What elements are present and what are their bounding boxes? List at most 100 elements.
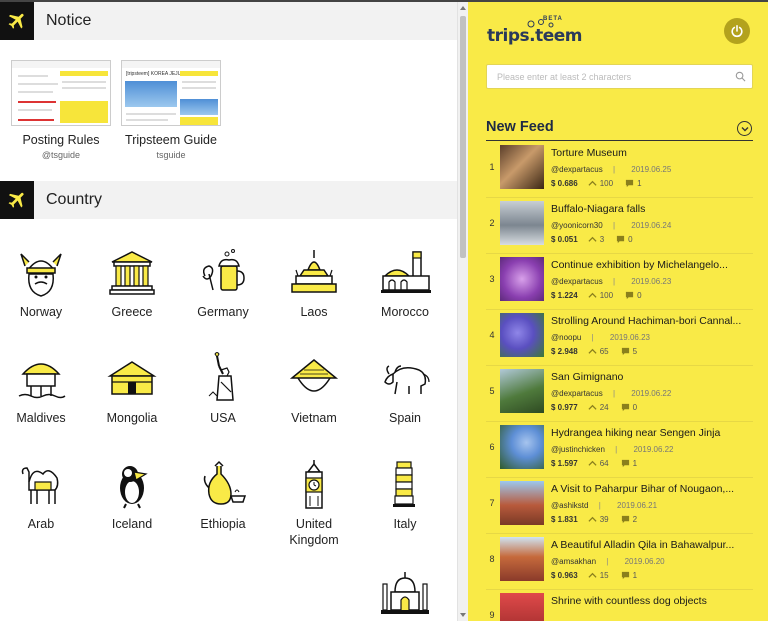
notice-card-tripsteem-guide[interactable]: [tripsteem] KOREA JEJU-SI Tripsteem Guid… [121, 60, 221, 160]
scroll-down-icon[interactable] [460, 613, 466, 617]
country-morocco[interactable]: Morocco [364, 246, 446, 320]
feed-item[interactable]: 9 Shrine with countless dog objects | [486, 590, 753, 621]
notice-thumbnail[interactable]: [tripsteem] KOREA JEJU-SI [121, 60, 221, 126]
country-germany[interactable]: Germany [182, 246, 264, 320]
feed-author[interactable]: @dexpartacus [551, 277, 603, 286]
country-usa[interactable]: USA [182, 352, 264, 426]
country-name[interactable]: Spain [364, 410, 446, 426]
comment-icon[interactable] [621, 571, 630, 580]
country-name[interactable]: Maldives [0, 410, 82, 426]
feed-thumbnail[interactable] [500, 257, 544, 301]
country-name[interactable]: Greece [91, 304, 173, 320]
feed-item-title[interactable]: A Beautiful Alladin Qila in Bahawalpur..… [551, 539, 751, 551]
country-india[interactable] [364, 570, 446, 621]
country-arab[interactable]: Arab [0, 458, 82, 532]
feed-item[interactable]: 5 San Gimignano @dexpartacus | 2019.06.2… [486, 366, 753, 422]
country-maldives[interactable]: Maldives [0, 352, 82, 426]
country-name[interactable]: Laos [273, 304, 355, 320]
upvote-icon[interactable] [588, 291, 597, 300]
comment-icon[interactable] [621, 459, 630, 468]
country-name[interactable]: Iceland [91, 516, 173, 532]
feed-thumbnail[interactable] [500, 201, 544, 245]
upvote-icon[interactable] [588, 459, 597, 468]
feed-thumbnail[interactable] [500, 369, 544, 413]
upvote-icon[interactable] [588, 515, 597, 524]
upvote-icon[interactable] [588, 235, 597, 244]
country-name[interactable]: USA [182, 410, 264, 426]
country-italy[interactable]: Italy [364, 458, 446, 532]
lao-stupa-icon [291, 250, 337, 293]
country-iceland[interactable]: Iceland [91, 458, 173, 532]
search-input[interactable] [487, 65, 717, 88]
feed-item-title[interactable]: Torture Museum [551, 147, 751, 159]
comment-icon[interactable] [625, 179, 634, 188]
main-scrollbar[interactable] [457, 2, 468, 621]
upvote-icon[interactable] [588, 403, 597, 412]
feed-item[interactable]: 3 Continue exhibition by Michelangelo...… [486, 254, 753, 310]
notice-card-title[interactable]: Posting Rules [11, 133, 111, 147]
comment-icon[interactable] [621, 403, 630, 412]
country-name[interactable]: Morocco [364, 304, 446, 320]
logo[interactable]: BETA trips.teem [487, 16, 587, 50]
feed-item[interactable]: 2 Buffalo-Niagara falls @yoonicorn30 | 2… [486, 198, 753, 254]
country-name[interactable]: United Kingdom [273, 516, 355, 548]
feed-item-title[interactable]: Hydrangea hiking near Sengen Jinja [551, 427, 751, 439]
feed-thumbnail[interactable] [500, 593, 544, 621]
feed-author[interactable]: @noopu [551, 333, 581, 342]
scroll-thumb[interactable] [460, 16, 466, 258]
notice-thumbnail[interactable] [11, 60, 111, 126]
search-box[interactable] [486, 64, 753, 89]
country-mongolia[interactable]: Mongolia [91, 352, 173, 426]
feed-thumbnail[interactable] [500, 537, 544, 581]
feed-author[interactable]: @ashikstd [551, 501, 588, 510]
country-vietnam[interactable]: Vietnam [273, 352, 355, 426]
feed-item-title[interactable]: San Gimignano [551, 371, 751, 383]
feed-thumbnail[interactable] [500, 425, 544, 469]
comment-icon[interactable] [621, 347, 630, 356]
feed-thumbnail[interactable] [500, 481, 544, 525]
feed-item[interactable]: 7 A Visit to Paharpur Bihar of Nougaon,.… [486, 478, 753, 534]
upvote-icon[interactable] [588, 179, 597, 188]
feed-item[interactable]: 4 Strolling Around Hachiman-bori Cannal.… [486, 310, 753, 366]
feed-item-title[interactable]: Shrine with countless dog objects [551, 595, 751, 607]
country-name[interactable]: Norway [0, 304, 82, 320]
feed-item-title[interactable]: A Visit to Paharpur Bihar of Nougaon,... [551, 483, 751, 495]
country-name[interactable]: Mongolia [91, 410, 173, 426]
scroll-up-icon[interactable] [460, 6, 466, 10]
country-name[interactable]: Ethiopia [182, 516, 264, 532]
feed-item[interactable]: 8 A Beautiful Alladin Qila in Bahawalpur… [486, 534, 753, 590]
country-laos[interactable]: Laos [273, 246, 355, 320]
power-button[interactable] [724, 18, 750, 44]
feed-item-title[interactable]: Strolling Around Hachiman-bori Cannal... [551, 315, 751, 327]
feed-author[interactable]: @dexpartacus [551, 165, 603, 174]
feed-author[interactable]: @amsakhan [551, 557, 596, 566]
feed-item[interactable]: 1 Torture Museum @dexpartacus | 2019.06.… [486, 142, 753, 198]
feed-item[interactable]: 6 Hydrangea hiking near Sengen Jinja @ju… [486, 422, 753, 478]
country-united-kingdom[interactable]: United Kingdom [273, 458, 355, 548]
feed-author[interactable]: @justinchicken [551, 445, 605, 454]
country-spain[interactable]: Spain [364, 352, 446, 426]
feed-thumbnail[interactable] [500, 145, 544, 189]
feed-toggle-button[interactable] [737, 121, 752, 136]
feed-author[interactable]: @dexpartacus [551, 389, 603, 398]
search-icon[interactable] [735, 71, 746, 82]
feed-thumbnail[interactable] [500, 313, 544, 357]
upvote-icon[interactable] [588, 347, 597, 356]
feed-separator: | [598, 501, 601, 510]
feed-item-title[interactable]: Continue exhibition by Michelangelo... [551, 259, 751, 271]
upvote-icon[interactable] [588, 571, 597, 580]
country-name[interactable]: Germany [182, 304, 264, 320]
country-ethiopia[interactable]: Ethiopia [182, 458, 264, 532]
country-name[interactable]: Arab [0, 516, 82, 532]
country-name[interactable]: Vietnam [273, 410, 355, 426]
notice-card-title[interactable]: Tripsteem Guide [121, 133, 221, 147]
notice-card-posting-rules[interactable]: Posting Rules @tsguide [11, 60, 111, 160]
country-name[interactable]: Italy [364, 516, 446, 532]
country-norway[interactable]: Norway [0, 246, 82, 320]
comment-icon[interactable] [625, 291, 634, 300]
comment-icon[interactable] [616, 235, 625, 244]
feed-item-title[interactable]: Buffalo-Niagara falls [551, 203, 751, 215]
feed-author[interactable]: @yoonicorn30 [551, 221, 603, 230]
country-greece[interactable]: Greece [91, 246, 173, 320]
comment-icon[interactable] [621, 515, 630, 524]
